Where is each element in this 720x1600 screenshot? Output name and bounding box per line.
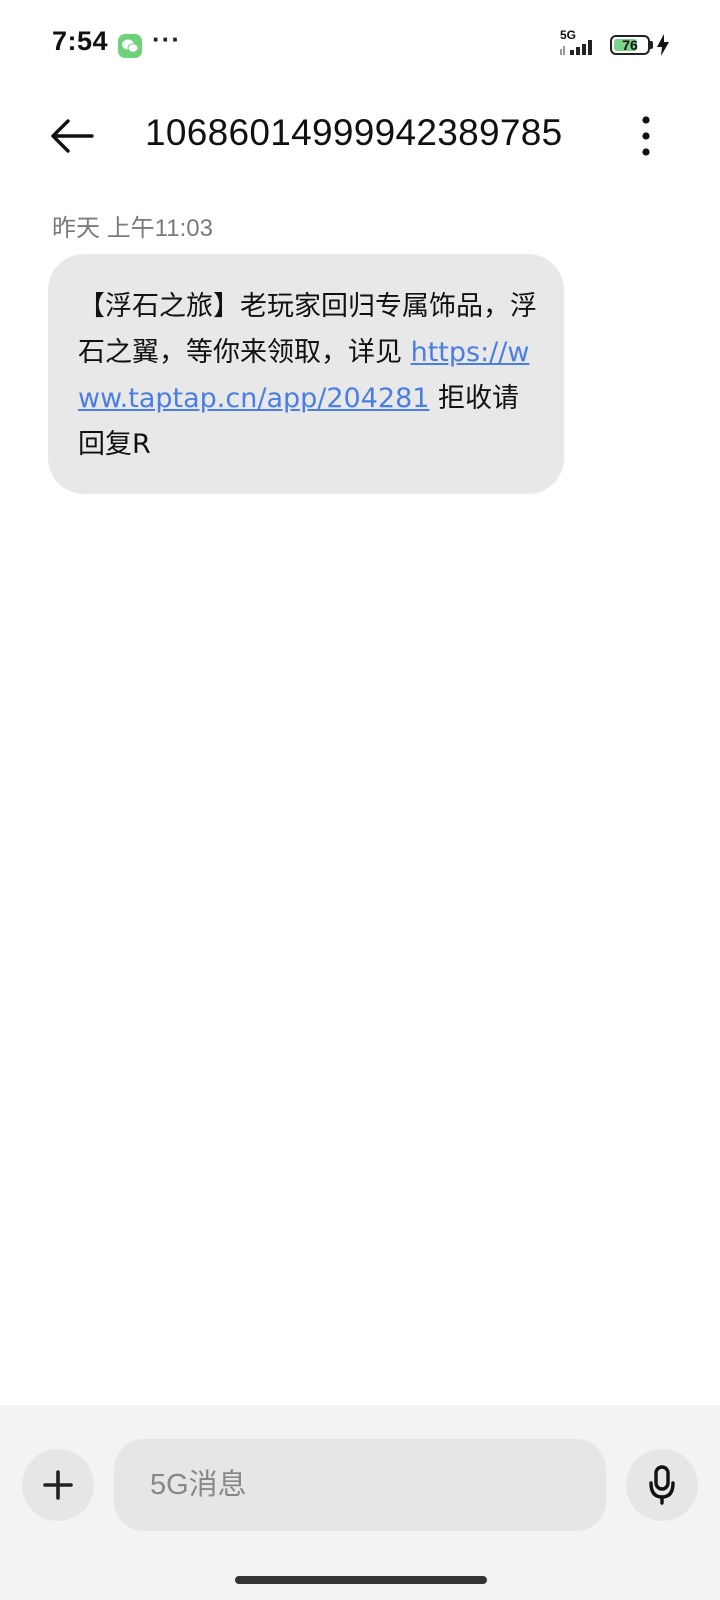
arrow-left-icon: [51, 119, 94, 153]
charging-icon: [657, 34, 669, 61]
battery-icon: 76: [610, 35, 650, 55]
voice-input-button[interactable]: [626, 1449, 698, 1521]
composer-bar: [0, 1405, 720, 1600]
message-bubble[interactable]: 【浮石之旅】老玩家回归专属饰品，浮石之翼，等你来领取，详见 https://ww…: [48, 254, 564, 494]
signal-icon: [560, 40, 594, 61]
back-button[interactable]: [44, 110, 100, 162]
more-notifications-icon: ···: [152, 24, 181, 54]
message-input[interactable]: [114, 1439, 606, 1531]
battery-cap: [650, 41, 653, 49]
conversation-header: 10686014999942389785: [0, 92, 720, 180]
more-options-button[interactable]: [626, 110, 666, 162]
home-indicator[interactable]: [235, 1576, 487, 1584]
status-bar: 7:54 ··· 5G 76: [0, 0, 720, 92]
message-timestamp: 昨天 上午11:03: [52, 215, 213, 242]
add-attachment-button[interactable]: [22, 1449, 94, 1521]
wechat-icon: [118, 34, 142, 58]
microphone-icon: [649, 1465, 675, 1505]
plus-icon: [43, 1470, 73, 1500]
contact-number-title: 10686014999942389785: [145, 112, 563, 153]
more-vertical-icon: [642, 116, 650, 156]
message-text: 【浮石之旅】老玩家回归专属饰品，浮石之翼，等你来领取，详见 https://ww…: [78, 284, 538, 468]
status-time: 7:54: [52, 26, 109, 56]
sms-conversation-screen: 7:54 ··· 5G 76 10686014999942389785 昨天 上…: [0, 0, 720, 1600]
battery-percent: 76: [622, 37, 638, 53]
